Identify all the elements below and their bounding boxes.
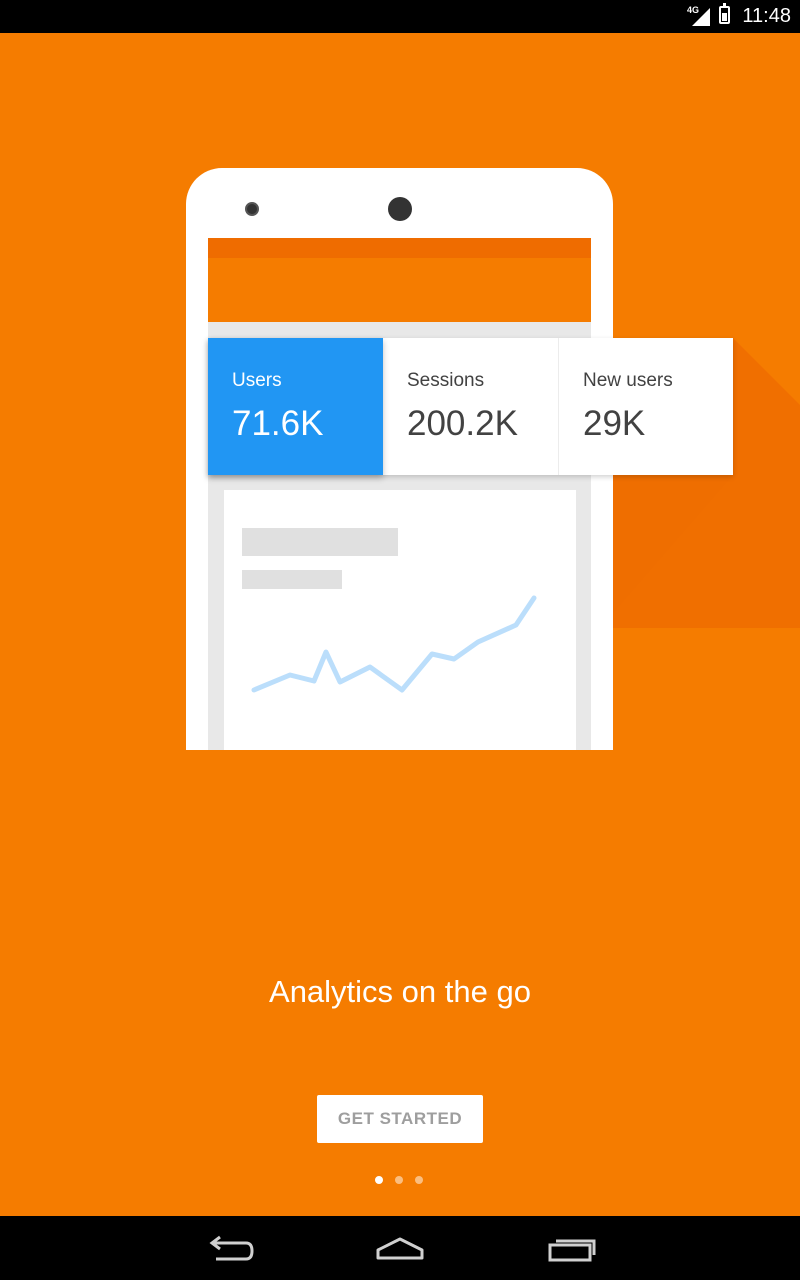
metric-users: Users 71.6K (208, 338, 383, 475)
get-started-button[interactable]: GET STARTED (317, 1095, 483, 1143)
signal-icon: 4G (687, 5, 712, 31)
back-icon[interactable] (200, 1230, 260, 1266)
metric-value: 29K (583, 404, 646, 443)
metric-value: 200.2K (407, 404, 518, 443)
metric-new-users: New users 29K (558, 338, 733, 475)
speaker-icon (388, 197, 412, 221)
metric-value: 71.6K (232, 404, 324, 443)
navigation-bar (0, 1216, 800, 1280)
page-dot[interactable] (415, 1176, 423, 1184)
onboarding-tagline: Analytics on the go (269, 974, 531, 1009)
onboarding-screen: Users 71.6K Sessions 200.2K New users 29… (0, 33, 800, 1216)
metric-label: Sessions (407, 370, 485, 391)
metric-label: Users (232, 370, 282, 391)
page-dot[interactable] (375, 1176, 383, 1184)
metric-sessions: Sessions 200.2K (383, 338, 558, 475)
home-icon[interactable] (370, 1230, 430, 1266)
sparkline-graphic (251, 595, 537, 693)
metrics-card: Users 71.6K Sessions 200.2K New users 29… (208, 338, 733, 475)
phone-screen (208, 238, 591, 750)
page-dot[interactable] (395, 1176, 403, 1184)
camera-icon (245, 202, 259, 216)
clock: 11:48 (742, 5, 791, 27)
status-bar: 4G 11:48 (0, 0, 800, 33)
recents-icon[interactable] (542, 1230, 602, 1266)
metric-label: New users (583, 370, 673, 391)
network-type: 4G (687, 5, 700, 15)
battery-icon (719, 3, 730, 24)
